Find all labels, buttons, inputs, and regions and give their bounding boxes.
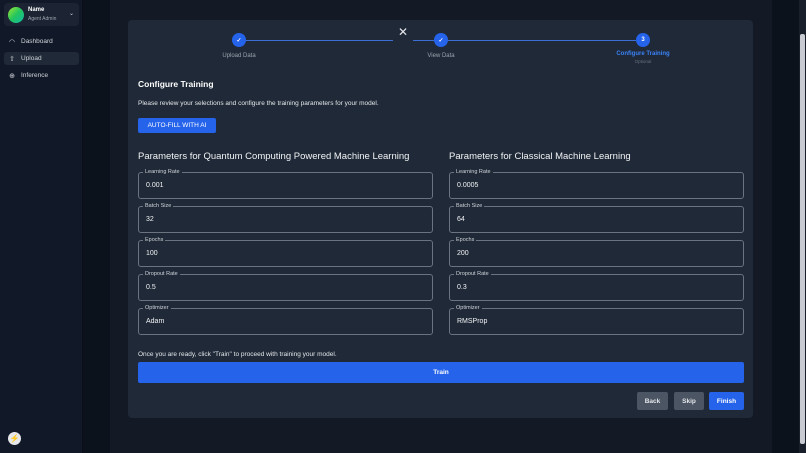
step-sublabel: Optional bbox=[634, 59, 652, 64]
sidebar-item-dashboard[interactable]: ◠ Dashboard bbox=[4, 35, 79, 48]
field-value: 0.001 bbox=[146, 182, 164, 189]
field-value: 32 bbox=[146, 216, 154, 223]
quantum-learning-rate-input[interactable]: Learning Rate 0.001 bbox=[138, 169, 433, 199]
train-button[interactable]: Train bbox=[138, 362, 744, 383]
sidebar-item-upload[interactable]: ⇧ Upload bbox=[4, 52, 79, 65]
quantum-epochs-input[interactable]: Epochs 100 bbox=[138, 237, 433, 267]
field-value: Adam bbox=[146, 318, 165, 325]
field-label: Batch Size bbox=[143, 203, 174, 209]
user-menu[interactable]: Name Agent Admin ⌄ bbox=[4, 3, 79, 26]
field-label: Dropout Rate bbox=[143, 271, 180, 277]
quantum-params-title: Parameters for Quantum Computing Powered… bbox=[138, 151, 410, 162]
classical-epochs-input[interactable]: Epochs 200 bbox=[449, 237, 744, 267]
scrollbar[interactable] bbox=[799, 0, 806, 453]
back-button[interactable]: Back bbox=[637, 392, 668, 410]
field-value: 0.0005 bbox=[457, 182, 479, 189]
finish-button[interactable]: Finish bbox=[709, 392, 744, 410]
stepper: ✓ Upload Data ✓ View Data 3 Configure Tr… bbox=[128, 20, 753, 70]
user-name: Name bbox=[28, 7, 45, 13]
ready-text: Once you are ready, click "Train" to pro… bbox=[138, 351, 337, 358]
gauge-icon: ◠ bbox=[8, 38, 16, 46]
step-number: 3 bbox=[636, 33, 650, 47]
quantum-optimizer-input[interactable]: Optimizer Adam bbox=[138, 305, 433, 335]
quantum-dropout-rate-input[interactable]: Dropout Rate 0.5 bbox=[138, 271, 433, 301]
classical-optimizer-input[interactable]: Optimizer RMSProp bbox=[449, 305, 744, 335]
field-label: Dropout Rate bbox=[454, 271, 491, 277]
sidebar-item-inference[interactable]: ⊕ Inference bbox=[4, 69, 79, 82]
user-role: Agent Admin bbox=[28, 16, 57, 22]
autofill-ai-button[interactable]: AUTO-FILL WITH AI bbox=[138, 118, 216, 133]
classical-dropout-rate-input[interactable]: Dropout Rate 0.3 bbox=[449, 271, 744, 301]
sidebar-item-label: Upload bbox=[21, 55, 42, 62]
field-value: 0.5 bbox=[146, 284, 156, 291]
step-label: View Data bbox=[427, 53, 455, 59]
field-value: RMSProp bbox=[457, 318, 488, 325]
field-label: Batch Size bbox=[454, 203, 485, 209]
field-value: 100 bbox=[146, 250, 158, 257]
avatar bbox=[8, 7, 24, 23]
upload-icon: ⇧ bbox=[9, 55, 15, 63]
sidebar-item-label: Dashboard bbox=[21, 38, 53, 45]
sidebar-item-label: Inference bbox=[21, 72, 49, 79]
scrollbar-thumb[interactable] bbox=[800, 34, 805, 444]
classical-batch-size-input[interactable]: Batch Size 64 bbox=[449, 203, 744, 233]
chevron-down-icon: ⌄ bbox=[68, 11, 74, 17]
field-value: 64 bbox=[457, 216, 465, 223]
skip-button[interactable]: Skip bbox=[674, 392, 704, 410]
close-icon[interactable]: ✕ bbox=[393, 22, 413, 42]
quantum-batch-size-input[interactable]: Batch Size 32 bbox=[138, 203, 433, 233]
field-value: 0.3 bbox=[457, 284, 467, 291]
step-connector bbox=[448, 39, 636, 41]
field-label: Epochs bbox=[454, 237, 477, 243]
description: Please review your selections and config… bbox=[138, 100, 379, 107]
step-label: Upload Data bbox=[222, 53, 256, 59]
page-title: Configure Training bbox=[138, 79, 214, 89]
classical-learning-rate-input[interactable]: Learning Rate 0.0005 bbox=[449, 169, 744, 199]
field-label: Optimizer bbox=[143, 305, 171, 311]
field-label: Learning Rate bbox=[143, 169, 182, 175]
training-dialog: ✓ Upload Data ✓ View Data 3 Configure Tr… bbox=[128, 20, 753, 418]
check-icon: ✓ bbox=[232, 33, 246, 47]
bolt-icon[interactable]: ⚡ bbox=[8, 432, 21, 445]
sidebar: Name Agent Admin ⌄ ◠ Dashboard ⇧ Upload ⊕ I… bbox=[0, 0, 83, 453]
step-label: Configure Training bbox=[616, 51, 670, 57]
check-icon: ✓ bbox=[434, 33, 448, 47]
field-label: Optimizer bbox=[454, 305, 482, 311]
classical-params-title: Parameters for Classical Machine Learnin… bbox=[449, 151, 631, 162]
field-value: 200 bbox=[457, 250, 469, 257]
field-label: Learning Rate bbox=[454, 169, 493, 175]
field-label: Epochs bbox=[143, 237, 166, 243]
brain-icon: ⊕ bbox=[9, 72, 15, 80]
